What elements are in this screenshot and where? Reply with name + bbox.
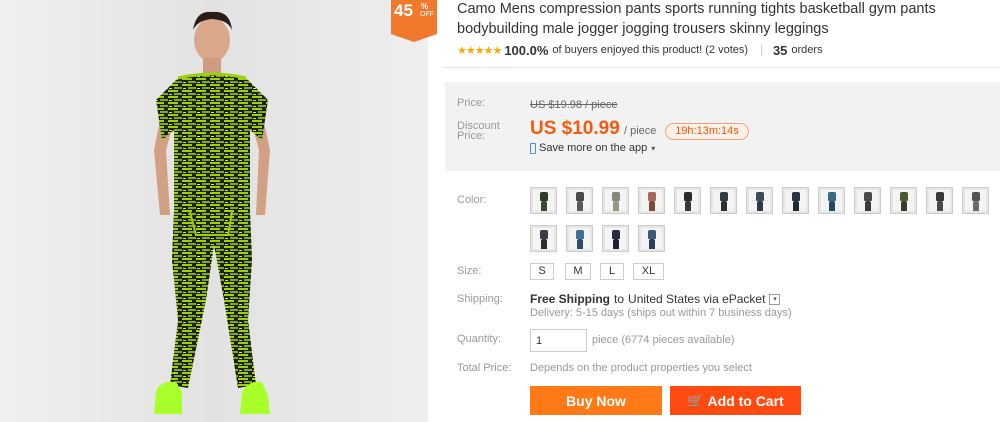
shipping-line: Free Shipping to United States via ePack… [530,292,781,306]
color-swatch-6[interactable] [710,187,737,214]
star-rating-icon[interactable]: ★★★★★ [457,44,502,57]
rating-row: ★★★★★ 100.0% of buyers enjoyed this prod… [457,42,823,58]
add-to-cart-button[interactable]: 🛒 Add to Cart [670,386,801,415]
shipping-destination[interactable]: United States via ePacket [628,292,765,306]
size-option-xl[interactable]: XL [633,263,664,280]
size-label: Size: [457,265,482,277]
discount-price: US $10.99 [530,118,620,139]
quantity-label: Quantity: [457,333,502,345]
color-swatch-12[interactable] [926,187,953,214]
orders-label: orders [791,44,823,56]
original-price: US $19.98 / piece [530,99,618,111]
orders-count: 35 [772,42,788,58]
free-shipping-text: Free Shipping [530,292,611,306]
total-price-note: Depends on the product properties you se… [530,362,752,374]
buy-now-button[interactable]: Buy Now [530,386,662,415]
rating-text: of buyers enjoyed this product! (2 votes… [552,44,749,56]
cart-icon: 🛒 [687,392,704,408]
buy-now-label: Buy Now [566,392,626,409]
color-swatch-5[interactable] [674,187,701,214]
size-option-m[interactable]: M [565,263,591,280]
shipping-dropdown-icon[interactable]: ▾ [769,293,781,305]
color-swatch-11[interactable] [890,187,917,214]
discount-badge: 45 % OFF [391,0,437,42]
discount-price-label-line2: Price: [457,130,486,142]
add-to-cart-label: Add to Cart [707,392,784,409]
color-swatch-3[interactable] [602,187,629,214]
discount-percent-sign: % [421,2,429,11]
chevron-down-icon: ▾ [651,143,656,153]
price-label: Price: [457,97,486,109]
color-swatch-2[interactable] [566,187,593,214]
product-photo [0,0,428,422]
rating-percent: 100.0% [504,42,549,58]
quantity-availability: piece (6774 pieces available) [592,334,735,346]
size-option-l[interactable]: L [600,263,624,280]
shipping-to-text: to [614,292,625,306]
color-swatch-1[interactable] [530,187,557,214]
color-swatch-10[interactable] [854,187,881,214]
color-swatch-4[interactable] [638,187,665,214]
product-image[interactable] [0,0,428,422]
delivery-time: Delivery: 5-15 days (ships out within 7 … [530,307,792,319]
size-option-s[interactable]: S [530,263,554,280]
rating-separator: | [760,44,763,56]
total-price-label: Total Price: [457,362,512,374]
color-swatch-13[interactable] [962,187,989,214]
color-swatch-17[interactable] [638,225,665,252]
discount-percent: 45 [394,1,413,20]
color-label: Color: [457,194,487,206]
phone-icon [530,142,536,154]
divider [443,67,1000,68]
discount-off-label: OFF [420,11,434,18]
color-swatch-7[interactable] [746,187,773,214]
color-swatch-15[interactable] [566,225,593,252]
color-swatch-8[interactable] [782,187,809,214]
color-swatch-9[interactable] [818,187,845,214]
color-swatch-14[interactable] [530,225,557,252]
save-on-app-link[interactable]: Save more on the app ▾ [530,142,655,154]
countdown-timer: 19h:13m:14s [665,123,749,140]
color-swatch-16[interactable] [602,225,629,252]
shipping-label: Shipping: [457,293,503,305]
save-on-app-text: Save more on the app [539,142,648,154]
price-unit: / piece [624,125,657,137]
quantity-input[interactable] [530,329,587,352]
product-title: Camo Mens compression pants sports runni… [457,1,936,37]
